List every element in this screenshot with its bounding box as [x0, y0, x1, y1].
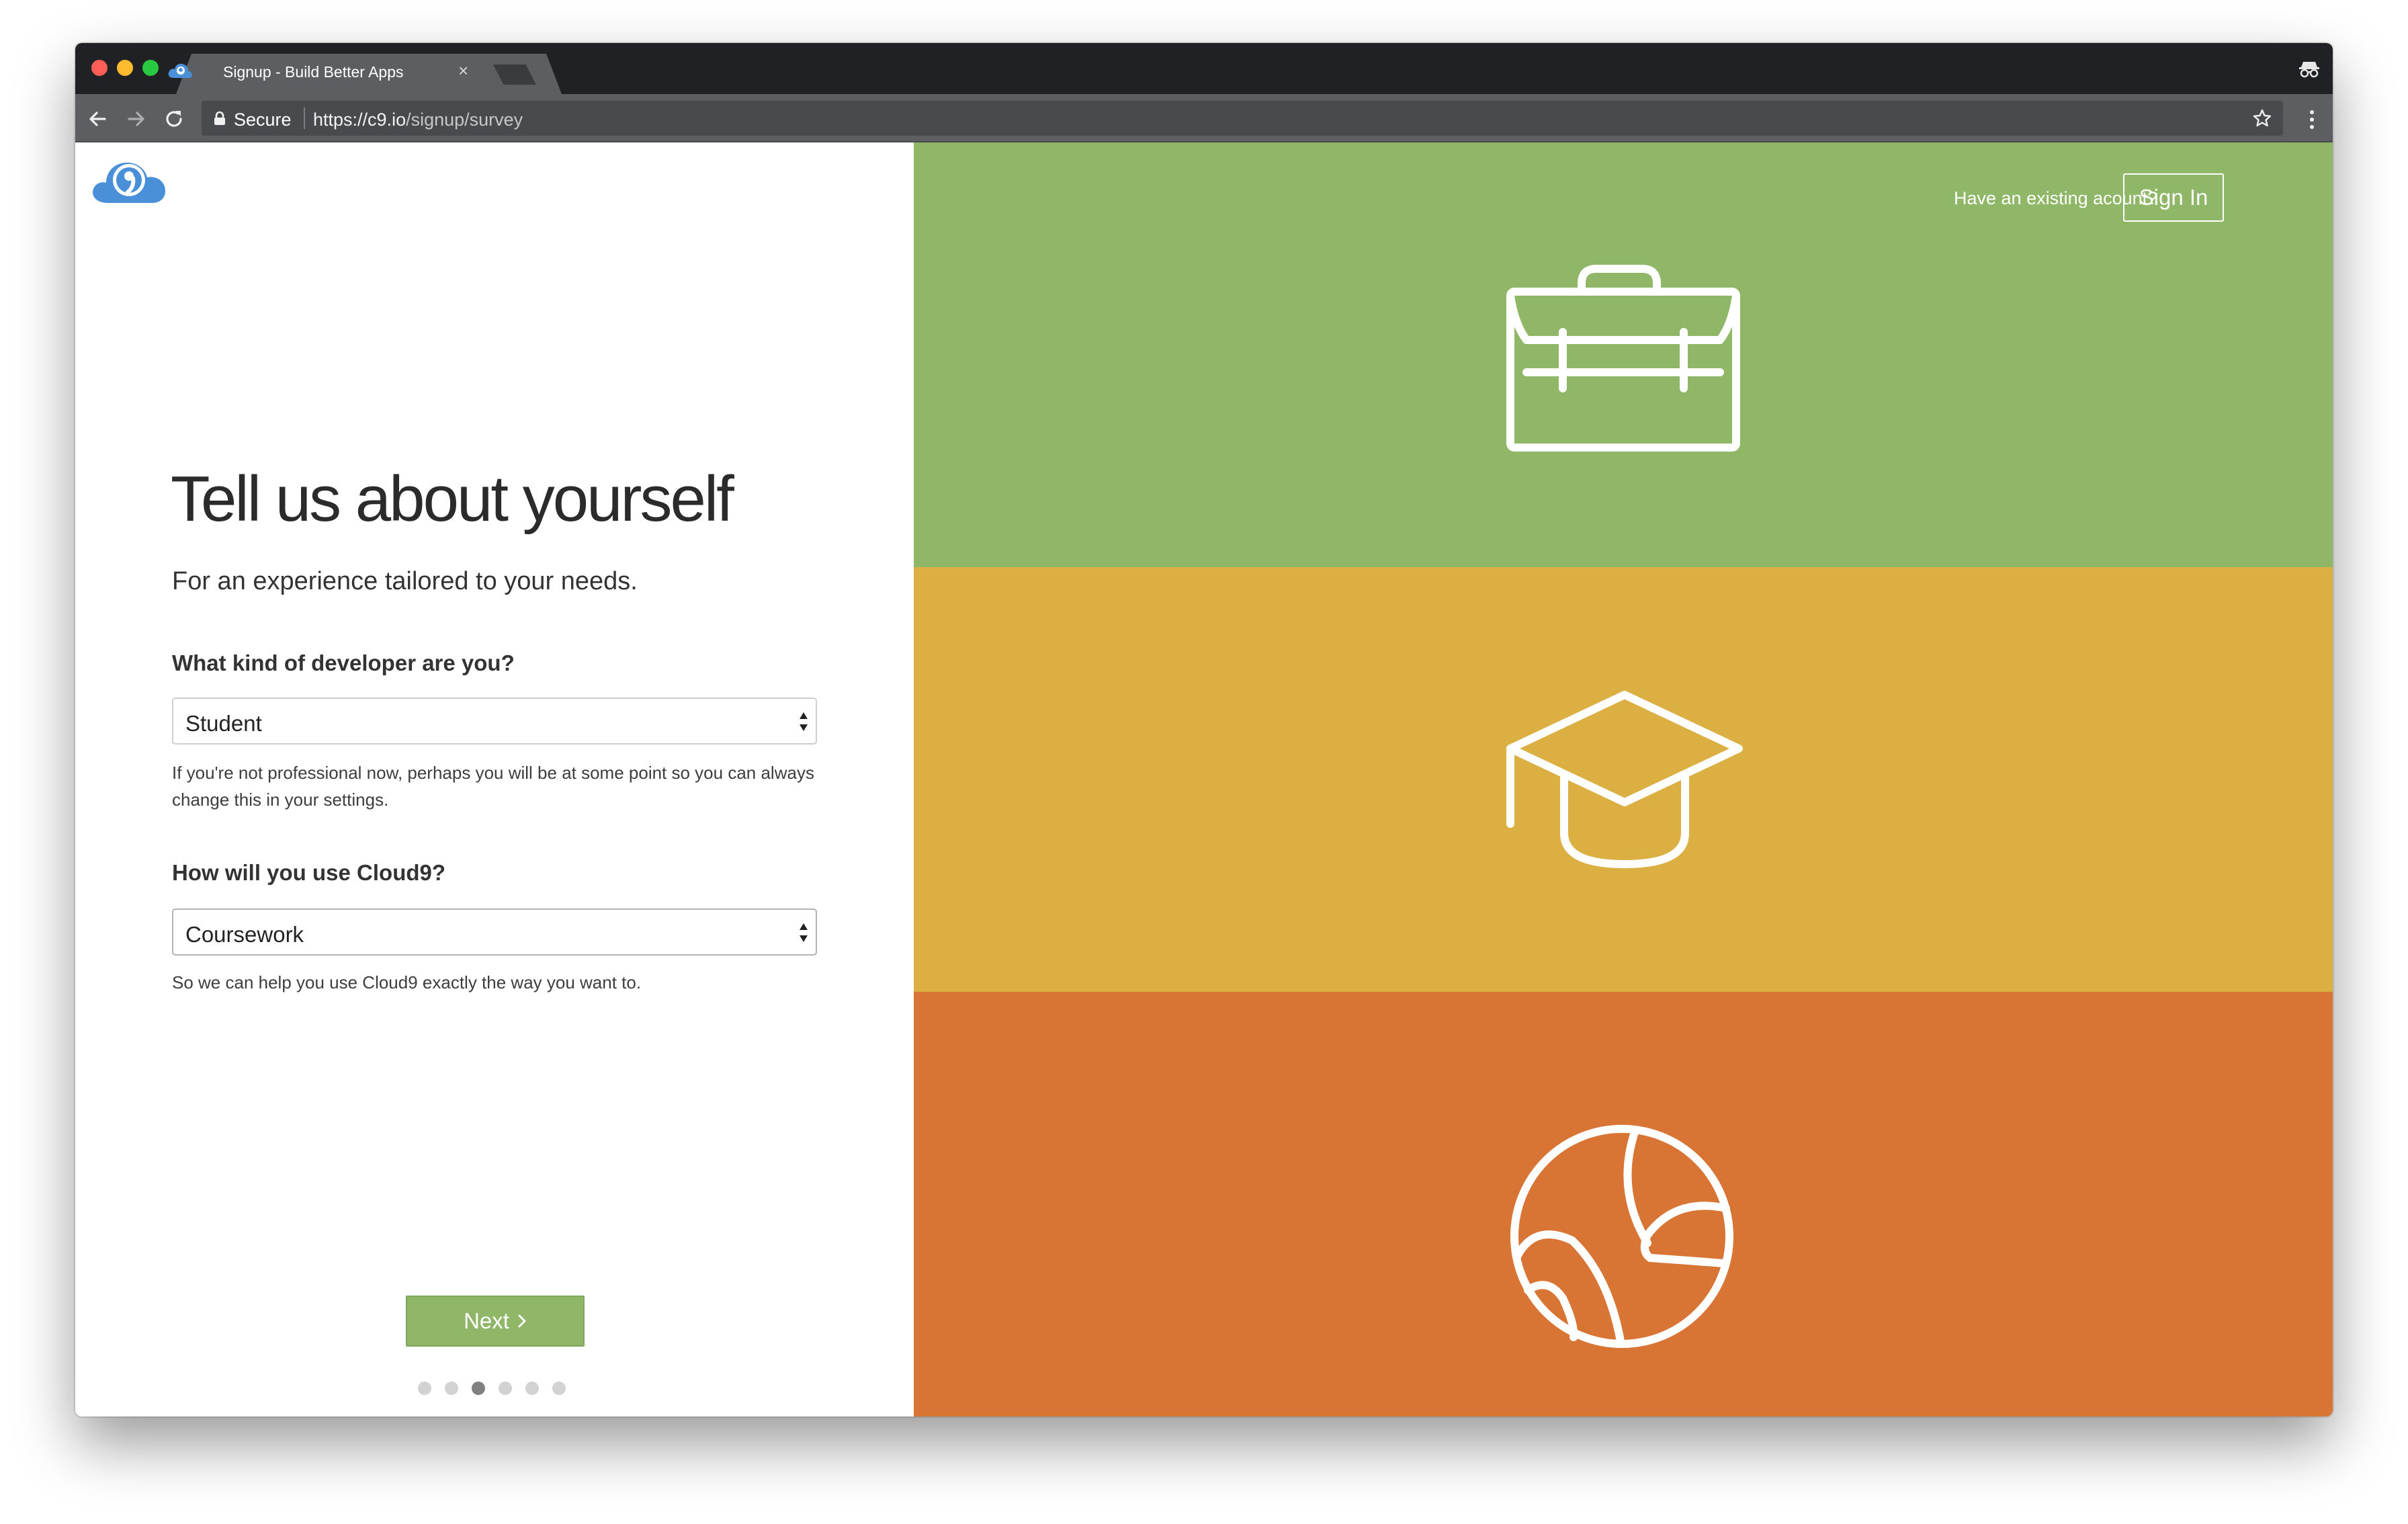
browser-window: Signup - Build Better Apps × Secure http… — [75, 43, 2333, 1416]
step-dot — [552, 1382, 566, 1395]
back-arrow-icon[interactable] — [86, 108, 109, 130]
select-arrows-icon — [800, 923, 808, 942]
briefcase-icon — [1506, 265, 1740, 452]
step-dot — [445, 1382, 458, 1395]
tab-title: Signup - Build Better Apps — [223, 63, 404, 81]
url-text: https://c9.io/signup/survey — [313, 110, 523, 130]
select-arrows-icon — [800, 712, 808, 731]
url-divider — [304, 108, 305, 129]
forward-arrow-icon[interactable] — [125, 108, 148, 130]
zoom-window-button[interactable] — [142, 60, 159, 76]
developer-kind-select[interactable]: Student — [172, 697, 817, 745]
developer-kind-value: Student — [185, 711, 262, 736]
next-button-label: Next — [464, 1308, 509, 1333]
usage-value: Coursework — [185, 922, 304, 947]
step-dot — [525, 1382, 539, 1395]
page-subtitle: For an experience tailored to your needs… — [172, 567, 638, 595]
survey-form-pane: Tell us about yourself For an experience… — [75, 142, 914, 1416]
url-host: c9.io — [368, 110, 406, 130]
bookmark-star-icon[interactable] — [2252, 108, 2272, 128]
step-dot — [418, 1382, 431, 1395]
cloud9-logo-icon[interactable] — [90, 156, 169, 210]
lock-icon — [214, 111, 225, 125]
url-scheme: https:// — [313, 110, 368, 130]
close-window-button[interactable] — [91, 60, 108, 76]
usage-label: How will you use Cloud9? — [172, 860, 446, 885]
sign-in-button[interactable]: Sign In — [2123, 173, 2224, 222]
cloud9-favicon-icon — [168, 63, 192, 78]
tab-close-icon[interactable]: × — [458, 62, 468, 79]
chevron-right-icon — [518, 1314, 526, 1328]
usage-select[interactable]: Coursework — [172, 908, 817, 956]
developer-kind-help: If you're not professional now, perhaps … — [172, 763, 814, 810]
graduation-cap-icon — [1506, 691, 1743, 868]
illustration-pane: Have an existing acount? Sign In — [914, 142, 2333, 1416]
step-dot — [472, 1382, 485, 1395]
minimize-window-button[interactable] — [117, 60, 133, 76]
page-content: Tell us about yourself For an experience… — [75, 142, 2333, 1416]
tab-strip: Signup - Build Better Apps × — [75, 43, 2333, 94]
kebab-menu-icon[interactable] — [2309, 110, 2315, 130]
basketball-icon — [1510, 1125, 1733, 1348]
reload-icon[interactable] — [163, 108, 185, 130]
next-button[interactable]: Next — [406, 1296, 585, 1347]
secure-label: Secure — [234, 110, 292, 130]
usage-help: So we can help you use Cloud9 exactly th… — [172, 972, 642, 992]
incognito-icon — [2299, 62, 2319, 78]
browser-toolbar: Secure https://c9.io/signup/survey — [75, 94, 2333, 142]
address-bar[interactable]: Secure https://c9.io/signup/survey — [202, 101, 2283, 136]
page-title: Tell us about yourself — [171, 463, 734, 535]
developer-kind-label: What kind of developer are you? — [172, 650, 515, 675]
url-path: /signup/survey — [406, 110, 523, 130]
step-dot — [499, 1382, 512, 1395]
